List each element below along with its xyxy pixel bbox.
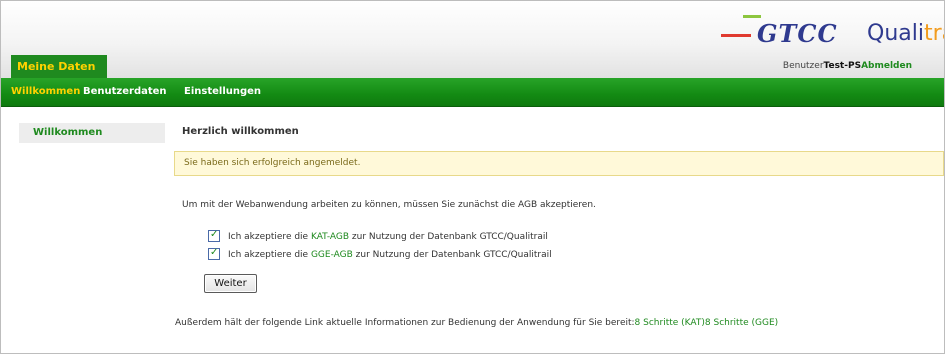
nav-item-benutzerdaten[interactable]: Benutzerdaten <box>83 86 167 97</box>
logo-qualitrail-text: Qualitrai <box>867 21 944 46</box>
kat-agb-suffix: zur Nutzung der Datenbank GTCC/Qualitrai… <box>349 232 548 242</box>
main-navigation: Willkommen Benutzerdaten Einstellungen <box>1 78 944 107</box>
user-info: BenutzerTest-PSAbmelden <box>783 61 912 71</box>
sidebar-item-willkommen[interactable]: Willkommen <box>19 123 165 143</box>
logo-red-bar <box>721 34 751 37</box>
page-title: Herzlich willkommen <box>182 126 299 137</box>
intro-text: Um mit der Webanwendung arbeiten zu könn… <box>182 200 596 210</box>
help-links-text: Außerdem hält der folgende Link aktuelle… <box>175 318 778 328</box>
logo-green-bar <box>743 15 761 18</box>
app-window: GTCC Qualitrai Meine Daten BenutzerTest-… <box>0 0 945 354</box>
gge-agb-prefix: Ich akzeptiere die <box>228 250 311 260</box>
header: GTCC Qualitrai Meine Daten BenutzerTest-… <box>1 1 944 78</box>
kat-agb-link[interactable]: KAT-AGB <box>311 232 349 242</box>
checkmark-icon: ✓ <box>210 228 219 240</box>
nav-item-einstellungen[interactable]: Einstellungen <box>184 86 261 97</box>
logo-quali-tail: trai <box>923 21 944 46</box>
link-8-schritte-gge[interactable]: 8 Schritte (GGE) <box>705 318 778 328</box>
nav-item-willkommen[interactable]: Willkommen <box>11 86 80 97</box>
gge-agb-checkbox[interactable]: ✓ <box>208 246 220 260</box>
logout-link[interactable]: Abmelden <box>861 61 912 71</box>
weiter-button[interactable]: Weiter <box>204 274 257 293</box>
user-name: Test-PS <box>823 61 862 71</box>
logo-quali-main: Quali <box>867 21 924 46</box>
user-label: Benutzer <box>782 61 824 71</box>
kat-agb-prefix: Ich akzeptiere die <box>228 232 311 242</box>
kat-agb-checkbox[interactable]: ✓ <box>208 228 220 242</box>
link-8-schritte-kat[interactable]: 8 Schritte (KAT) <box>635 318 705 328</box>
gge-agb-row: ✓ Ich akzeptiere die GGE-AGB zur Nutzung … <box>208 246 552 262</box>
footer-text: Außerdem hält der folgende Link aktuelle… <box>175 318 635 328</box>
logo-gtcc-text: GTCC <box>757 19 838 48</box>
tab-meine-daten[interactable]: Meine Daten <box>11 55 107 78</box>
gge-agb-suffix: zur Nutzung der Datenbank GTCC/Qualitrai… <box>352 250 552 260</box>
gge-agb-link[interactable]: GGE-AGB <box>311 250 353 260</box>
kat-agb-row: ✓ Ich akzeptiere die KAT-AGB zur Nutzung … <box>208 228 548 244</box>
success-alert: Sie haben sich erfolgreich angemeldet. <box>174 151 944 176</box>
checkmark-icon: ✓ <box>210 246 219 258</box>
